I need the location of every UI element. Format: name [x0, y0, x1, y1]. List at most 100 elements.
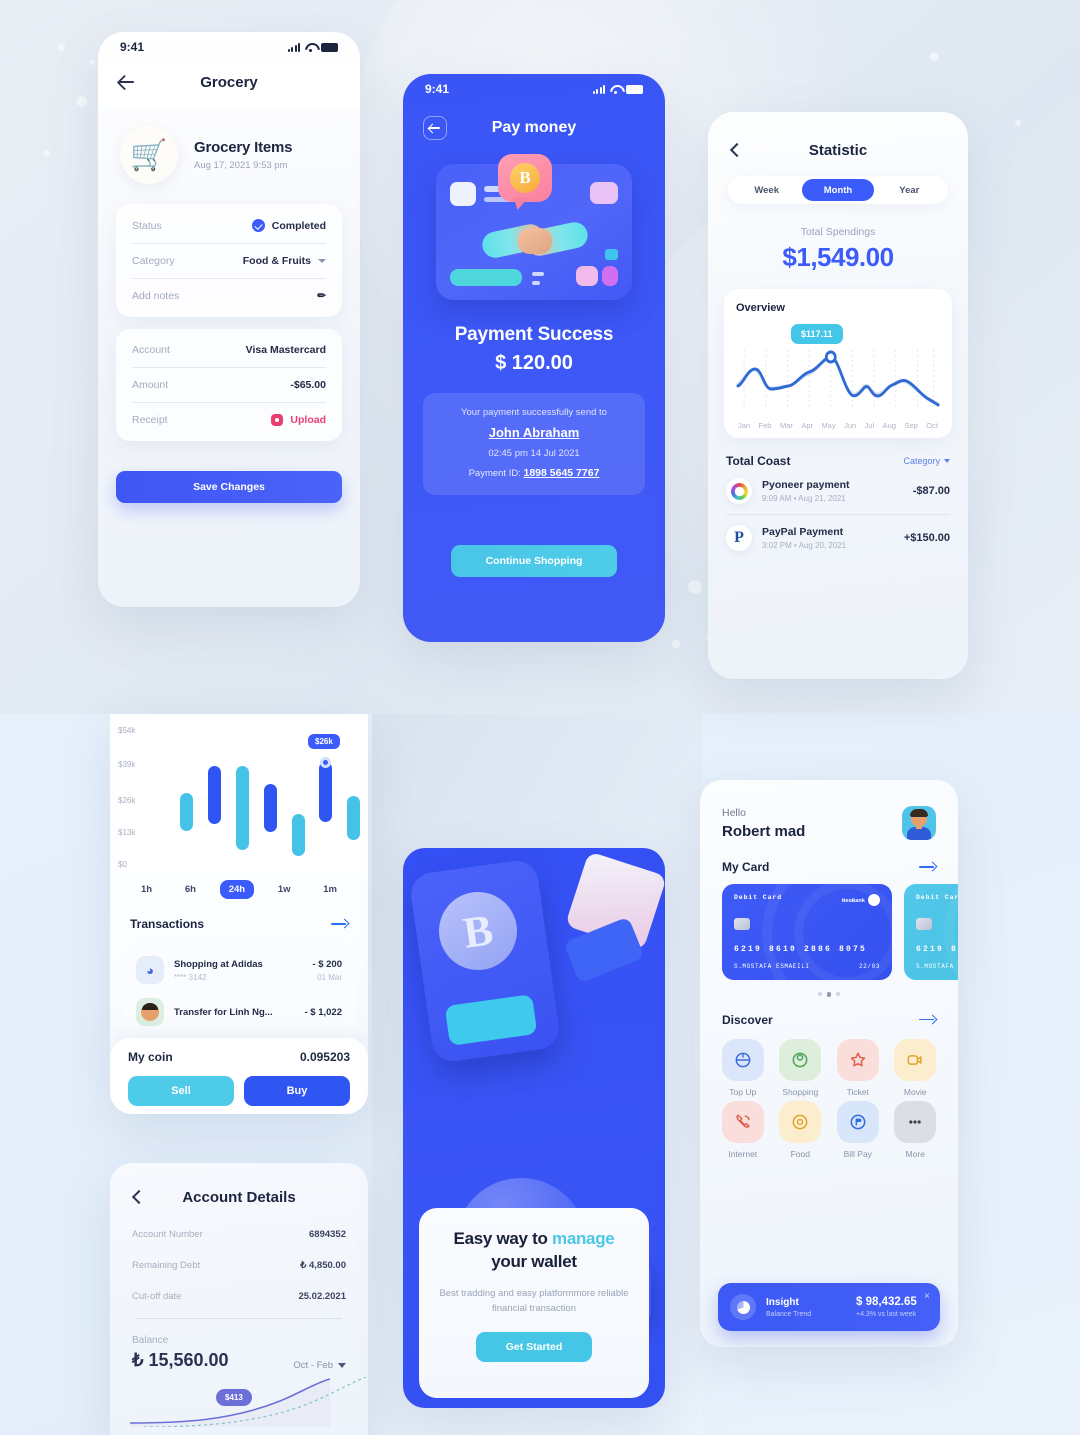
clock-icon: ◕ [136, 956, 164, 984]
page-title: Account Details [182, 1188, 296, 1206]
arrow-right-icon[interactable] [331, 919, 348, 929]
tab-month[interactable]: Month [802, 179, 874, 201]
statistic-header: Statistic [708, 112, 968, 159]
discover-item-ticket[interactable]: Ticket [831, 1038, 885, 1097]
receipt-payment-id: Payment ID: 1898 5645 7767 [433, 467, 635, 479]
insight-value: $ 98,432.65 [856, 1296, 917, 1308]
row-label: Remaining Debt [132, 1260, 201, 1271]
discover-item-internet[interactable]: Internet [716, 1100, 770, 1159]
range-6h[interactable]: 6h [176, 880, 205, 899]
receipt-card: Your payment successfully send to John A… [423, 393, 645, 495]
discover-item-bill-pay[interactable]: Bill Pay [831, 1100, 885, 1159]
bar-chart-tooltip: $26k [308, 734, 340, 749]
insight-banner[interactable]: Insight Balance Trend $ 98,432.65 +4.3% … [718, 1283, 940, 1331]
payment-id-label: Payment ID: [468, 468, 521, 479]
range-1m[interactable]: 1m [314, 880, 346, 899]
y-tick: $0 [118, 860, 127, 869]
balance-range-selector[interactable]: Oct - Feb [293, 1360, 346, 1371]
back-arrow-icon[interactable] [116, 72, 136, 92]
insight-delta: +4.3% vs last week [856, 1311, 917, 1318]
transaction-row[interactable]: Pyoneer payment 9:09 AM • Aug 21, 2021 -… [726, 478, 950, 515]
row-receipt[interactable]: Receipt Upload [132, 403, 326, 437]
x-tick: Feb [758, 421, 772, 430]
transaction-sub: 9:09 AM • Aug 21, 2021 [762, 494, 846, 503]
range-24h[interactable]: 24h [219, 880, 255, 899]
sell-button[interactable]: Sell [128, 1076, 234, 1106]
dot-active[interactable] [826, 992, 832, 997]
row-category[interactable]: Category Food & Fruits [132, 244, 326, 279]
transaction-row[interactable]: ◕ Shopping at Adidas **** 3142 - $ 200 0… [136, 949, 342, 991]
discover-item-more[interactable]: More [889, 1100, 943, 1159]
balance-area-chart: $413 [110, 1376, 368, 1428]
discover-title: Discover [722, 1012, 773, 1027]
my-card-title: My Card [722, 860, 770, 874]
total-coast-title: Total Coast [726, 454, 791, 468]
tab-week[interactable]: Week [731, 179, 802, 201]
grocery-hero: 🛒 Grocery Items Aug 17, 2021 9:53 pm [98, 108, 360, 198]
phone-call-icon [721, 1100, 764, 1143]
row-value: Visa Mastercard [245, 344, 326, 356]
edit-pencil-icon[interactable]: ✏ [317, 290, 326, 302]
transaction-amount: - $ 1,022 [304, 1006, 343, 1018]
page-title: Grocery [200, 73, 258, 91]
card-carousel[interactable]: Debit Card NeoBank 6219 8610 2886 8075 S… [700, 874, 958, 980]
bar-3 [236, 766, 249, 850]
tab-year[interactable]: Year [874, 179, 945, 201]
card-footer: S.MOSTAFA ESMAEILI 22/03 [734, 963, 880, 970]
discover-item-top-up[interactable]: Top Up [716, 1038, 770, 1097]
bank-logo-icon [868, 894, 880, 906]
category-filter-label: Category [903, 456, 940, 466]
page-title: Pay money [491, 119, 577, 136]
discover-item-food[interactable]: Food [774, 1100, 828, 1159]
hand-clasp [518, 228, 552, 254]
arrow-right-icon[interactable] [919, 1015, 936, 1025]
discover-grid: Top Up Shopping Ticket Movie Internet Fo… [700, 1027, 958, 1159]
time-range-selector[interactable]: 1h 6h 24h 1w 1m [132, 880, 346, 899]
save-changes-button[interactable]: Save Changes [116, 471, 342, 503]
x-tick: Jun [844, 421, 857, 430]
transaction-date: 01 Mar [317, 972, 342, 982]
dot[interactable] [818, 992, 822, 996]
my-card-header: My Card [700, 840, 958, 874]
discover-label: Shopping [782, 1086, 819, 1097]
payment-heading: Payment Success [454, 324, 614, 345]
credit-card[interactable]: Debit Card 6219 86 S.MOSTAFA E [904, 884, 958, 980]
rainbow-ring-icon [726, 478, 752, 504]
transaction-sub: **** 3142 [174, 972, 207, 982]
bg-bubble [930, 52, 939, 61]
illus-square [605, 249, 618, 260]
avatar[interactable] [902, 806, 936, 840]
row-add-notes[interactable]: Add notes ✏ [132, 279, 326, 313]
my-coin-card: My coin 0.095203 Sell Buy [110, 1038, 368, 1114]
account-row: Cut-off date 25.02.2021 [132, 1281, 346, 1312]
row-value: Completed [251, 219, 326, 232]
credit-card[interactable]: Debit Card NeoBank 6219 8610 2886 8075 S… [722, 884, 892, 980]
buy-button[interactable]: Buy [244, 1076, 350, 1106]
dot[interactable] [836, 992, 840, 996]
row-status[interactable]: Status Completed [132, 208, 326, 244]
bg-bubble [1015, 120, 1021, 126]
wallet-onboarding-screen: B B BUY Easy way to manage your wallet B… [403, 848, 665, 1408]
discover-item-movie[interactable]: Movie [889, 1038, 943, 1097]
category-filter[interactable]: Category [903, 456, 950, 466]
close-icon[interactable]: × [924, 1291, 930, 1302]
transaction-row[interactable]: P PayPal Payment 3:02 PM • Aug 20, 2021 … [726, 525, 950, 561]
handshake-icon [479, 216, 591, 268]
chart-point-label: $413 [216, 1389, 252, 1406]
x-tick: Sep [904, 421, 918, 430]
transaction-row[interactable]: Transfer for Linh Ng... - $ 1,022 [136, 991, 342, 1033]
continue-shopping-button[interactable]: Continue Shopping [451, 545, 617, 577]
movie-icon [894, 1038, 937, 1081]
get-started-button[interactable]: Get Started [476, 1332, 592, 1363]
period-segmented-control[interactable]: Week Month Year [728, 176, 948, 204]
pay-header: Pay money [403, 104, 665, 140]
arrow-right-icon[interactable] [919, 862, 936, 872]
more-icon [894, 1100, 937, 1143]
range-1h[interactable]: 1h [132, 880, 161, 899]
page-title: Statistic [808, 141, 868, 159]
discover-item-shopping[interactable]: Shopping [774, 1038, 828, 1097]
illus-bar [450, 269, 522, 286]
range-1w[interactable]: 1w [269, 880, 300, 899]
bar-7 [347, 796, 360, 840]
row-value: Food & Fruits [243, 255, 326, 267]
